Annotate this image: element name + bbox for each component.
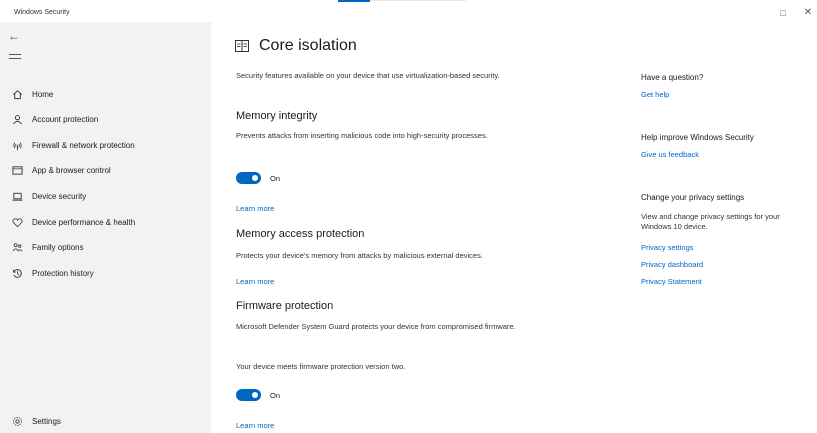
heart-icon (10, 215, 24, 229)
sidebar-item-settings[interactable]: Settings (0, 409, 211, 433)
page-header: Core isolation (235, 37, 357, 55)
back-arrow-icon[interactable]: ← (8, 29, 24, 43)
firmware-protection-heading: Firmware protection (236, 300, 334, 312)
privacy-heading: Change your privacy settings (641, 193, 745, 202)
sidebar-item-label: Firewall & network protection (32, 140, 135, 150)
privacy-statement-link[interactable]: Privacy Statement (641, 277, 702, 286)
memory-integrity-toggle[interactable] (236, 172, 261, 184)
toggle-state-label: On (270, 173, 281, 183)
sidebar-item-label: Settings (32, 416, 61, 426)
privacy-settings-link[interactable]: Privacy settings (641, 243, 694, 252)
wireless-icon (10, 138, 24, 152)
sidebar-item-label: Device security (32, 191, 87, 201)
family-icon (10, 240, 24, 254)
page-title: Core isolation (259, 37, 357, 54)
sidebar-item-home[interactable]: Home (0, 82, 211, 106)
sidebar-item-firewall[interactable]: Firewall & network protection (0, 133, 211, 157)
browser-window-icon (10, 163, 24, 177)
firmware-learn-more-link[interactable]: Learn more (236, 421, 274, 430)
question-heading: Have a question? (641, 73, 704, 82)
firmware-toggle-row: On (236, 389, 280, 401)
sidebar-item-device-security[interactable]: Device security (0, 184, 211, 208)
get-help-link[interactable]: Get help (641, 90, 669, 99)
firmware-protection-description: Microsoft Defender System Guard protects… (236, 322, 516, 331)
firmware-status-text: Your device meets firmware protection ve… (236, 362, 406, 371)
memory-access-description: Protects your device's memory from attac… (236, 251, 483, 260)
app-title: Windows Security (14, 9, 70, 16)
sidebar-item-account-protection[interactable]: Account protection (0, 107, 211, 131)
memory-access-learn-more-link[interactable]: Learn more (236, 277, 274, 286)
memory-integrity-toggle-row: On (236, 172, 280, 184)
sidebar-item-label: Home (32, 89, 54, 99)
sidebar-item-label: Account protection (32, 114, 99, 124)
memory-integrity-description: Prevents attacks from inserting maliciou… (236, 131, 488, 140)
firmware-protection-toggle[interactable] (236, 389, 261, 401)
memory-access-heading: Memory access protection (236, 228, 365, 240)
intro-text: Security features available on your devi… (236, 71, 500, 80)
privacy-dashboard-link[interactable]: Privacy dashboard (641, 260, 703, 269)
person-icon (10, 112, 24, 126)
improve-heading: Help improve Windows Security (641, 133, 754, 142)
sidebar-item-label: Family options (32, 242, 84, 252)
main-content: Core isolation Security features availab… (211, 22, 631, 433)
focus-indicator (338, 0, 370, 2)
laptop-icon (10, 189, 24, 203)
sidebar-item-family-options[interactable]: Family options (0, 235, 211, 259)
history-icon (10, 266, 24, 280)
sidebar-item-label: Protection history (32, 268, 94, 278)
sidebar: ← Home Account protection Firewall & net… (0, 22, 211, 433)
gear-icon (10, 414, 24, 428)
home-icon (10, 87, 24, 101)
right-panel: Have a question? Get help Help improve W… (641, 22, 811, 433)
feedback-link[interactable]: Give us feedback (641, 150, 699, 159)
core-isolation-icon (235, 39, 249, 53)
toggle-state-label: On (270, 390, 281, 400)
close-icon[interactable]: ✕ (801, 6, 815, 20)
focus-track (370, 0, 466, 1)
sidebar-item-protection-history[interactable]: Protection history (0, 261, 211, 285)
memory-integrity-learn-more-link[interactable]: Learn more (236, 204, 274, 213)
sidebar-item-label: Device performance & health (32, 217, 136, 227)
sidebar-item-label: App & browser control (32, 165, 111, 175)
restore-icon[interactable]: □ (776, 6, 790, 20)
privacy-text: View and change privacy settings for you… (641, 212, 780, 231)
memory-integrity-heading: Memory integrity (236, 110, 318, 122)
sidebar-item-app-browser[interactable]: App & browser control (0, 158, 211, 182)
hamburger-menu-icon[interactable] (9, 54, 21, 62)
sidebar-item-device-performance[interactable]: Device performance & health (0, 210, 211, 234)
